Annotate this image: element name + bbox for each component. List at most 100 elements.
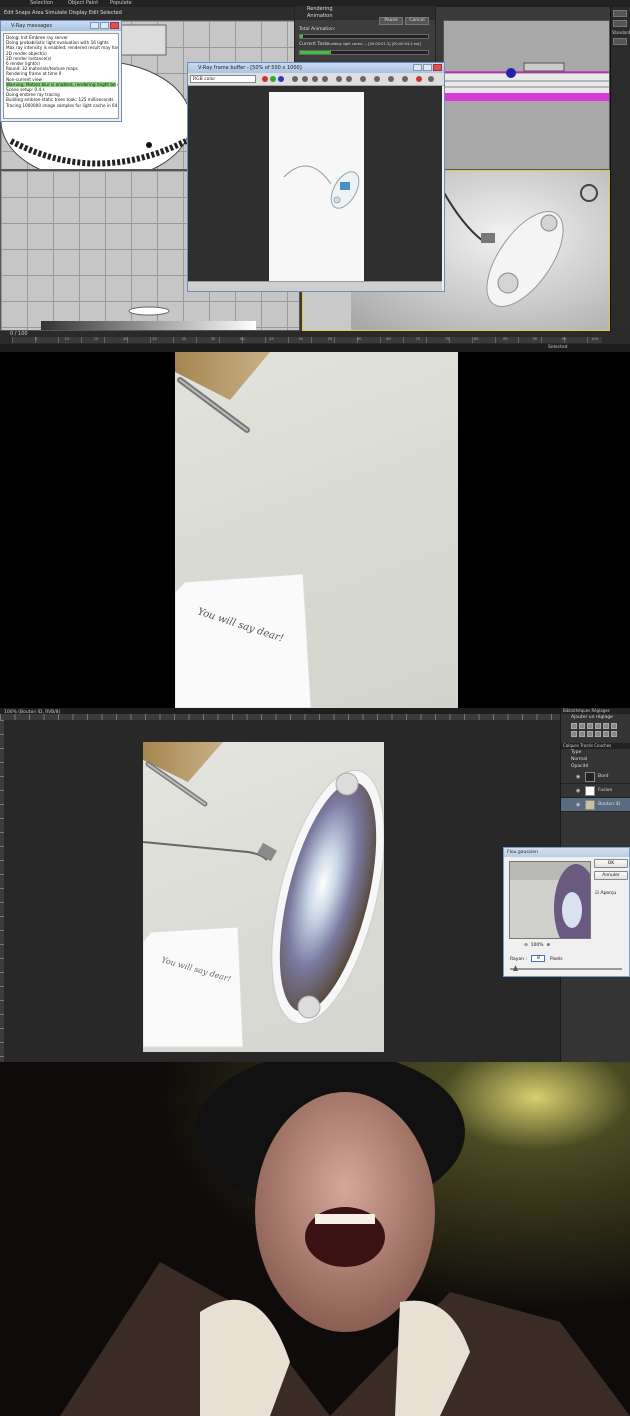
vray-messages-log: Doing: Init Embree ray server Doing proba… [3, 33, 119, 119]
pause-button[interactable]: Pause [379, 17, 403, 25]
color-balance-icon[interactable] [571, 731, 577, 737]
timeline-tick-label: 40 [240, 337, 245, 341]
layer-row[interactable]: ◉ Fusion [561, 784, 630, 798]
task-progress-bar [299, 50, 429, 55]
composite-canvas[interactable]: You will say dear! [143, 742, 384, 1052]
vibrance-icon[interactable] [603, 723, 609, 729]
radius-input[interactable]: 8 [531, 955, 546, 962]
slider-knob[interactable] [513, 965, 518, 971]
menu-object-paint[interactable]: Object Paint [68, 0, 98, 7]
blend-mode-select[interactable]: Normal [561, 756, 630, 763]
opacity-label: Opacité [571, 764, 589, 769]
layer-thumbnail [585, 772, 595, 782]
minimize-button[interactable] [90, 22, 99, 29]
zoom-in-icon[interactable]: ⊕ [546, 943, 550, 948]
gaussian-blur-title[interactable]: Flou gaussien [504, 848, 629, 857]
green-channel-icon[interactable] [270, 76, 276, 82]
command-button[interactable] [613, 38, 627, 45]
timeline-track[interactable]: 5 10 15 20 25 30 35 40 45 50 55 60 65 70 75 80 85 90 95 100 [12, 337, 602, 343]
levels-icon[interactable] [579, 723, 585, 729]
timeline-tick-label: 90 [532, 337, 538, 341]
timeline-tick-label: 75 [444, 337, 450, 341]
preview-checkbox[interactable]: ☑ Aperçu [595, 891, 616, 896]
zoom-value: 100% [530, 943, 544, 948]
vfb-toolbar: RGB color [188, 73, 444, 86]
blur-preview[interactable] [509, 861, 591, 939]
radius-unit: Pixels [549, 957, 563, 962]
rendering-subtitle: Animation [307, 13, 333, 19]
viewport-front[interactable] [443, 20, 610, 170]
maximize-button[interactable] [423, 64, 432, 71]
checkbox-check-icon: ☑ [595, 891, 600, 896]
close-button[interactable] [433, 64, 442, 71]
menu-selection[interactable]: Selection [30, 0, 53, 7]
eye-icon[interactable]: ◉ [576, 775, 580, 780]
adjustments-label: Ajouter un réglage [571, 715, 613, 720]
exposure-icon[interactable] [595, 723, 601, 729]
curves-icon[interactable] [587, 723, 593, 729]
vray-messages-titlebar[interactable]: V-Ray messages [1, 21, 121, 31]
timeline-tick-label: 100 [591, 337, 598, 341]
history-icon[interactable] [360, 76, 366, 82]
copy-icon[interactable] [312, 76, 318, 82]
maximize-button[interactable] [100, 22, 109, 29]
vfb-titlebar[interactable]: V-Ray frame buffer - [50% of 500 x 1000] [188, 63, 444, 73]
cancel-button[interactable]: Annuler [594, 871, 628, 880]
cancel-render-button[interactable]: Cancel [405, 17, 429, 25]
viewport-front-drawing [444, 62, 609, 101]
render-icon[interactable] [416, 76, 422, 82]
hue-icon[interactable] [611, 723, 617, 729]
stop-icon[interactable] [428, 76, 434, 82]
minimize-button[interactable] [413, 64, 422, 71]
ruler-horizontal [0, 714, 560, 720]
invert-icon[interactable] [603, 731, 609, 737]
selection-status[interactable]: Selected [548, 344, 568, 352]
zoom-out-icon[interactable]: ⊖ [524, 943, 528, 948]
stamp-icon[interactable] [402, 76, 408, 82]
command-button[interactable] [613, 20, 627, 27]
track-mouse-icon[interactable] [322, 76, 328, 82]
menu-populate[interactable]: Populate [110, 0, 132, 7]
ok-button[interactable]: OK [594, 859, 628, 868]
channel-mixer-icon[interactable] [595, 731, 601, 737]
brightness-icon[interactable] [571, 723, 577, 729]
command-button[interactable] [613, 10, 627, 17]
layer-name: Fusion [598, 788, 613, 793]
region-render-icon[interactable] [336, 76, 342, 82]
total-progress-fill [300, 35, 303, 38]
timeline-tick-label: 50 [298, 337, 304, 341]
timeline-tick-label: 80 [474, 337, 479, 341]
current-task-label: Current Task: [299, 42, 329, 47]
clear-icon[interactable] [302, 76, 308, 82]
compare-icon[interactable] [374, 76, 380, 82]
zoom-icon[interactable] [388, 76, 394, 82]
max-screenshot: Selection Object Paint Populate Edit Sna… [0, 0, 630, 352]
ribbon-label[interactable]: Edit Snaps Area Simulate Display Edit Se… [4, 10, 122, 16]
red-channel-icon[interactable] [262, 76, 268, 82]
black-white-icon[interactable] [579, 731, 585, 737]
layer-row[interactable]: ◉ Bord [561, 770, 630, 784]
timeline-tick-label: 85 [503, 337, 508, 341]
radius-slider[interactable] [510, 965, 622, 971]
layer-name: Bord [598, 774, 609, 779]
close-button[interactable] [110, 22, 119, 29]
layer-row-selected[interactable]: ◉ Bouton ID [561, 798, 630, 812]
vray-frame-buffer-window: V-Ray frame buffer - [50% of 500 x 1000]… [187, 62, 445, 292]
vfb-canvas[interactable] [188, 86, 442, 286]
timeline: 0 / 100 5 10 15 20 25 30 35 40 45 50 55 60 65 70 75 80 8… [0, 331, 630, 352]
lens-effects-icon[interactable] [346, 76, 352, 82]
command-panel: Standard [610, 7, 630, 331]
timeline-tick-label: 5 [35, 337, 38, 341]
posterize-icon[interactable] [611, 731, 617, 737]
eye-icon[interactable]: ◉ [576, 803, 580, 808]
composite-canvas-drawing: You will say dear! [143, 742, 384, 1048]
eye-icon[interactable]: ◉ [576, 789, 580, 794]
channel-select[interactable]: RGB color [190, 75, 256, 83]
timeline-tick-label: 55 [327, 337, 333, 341]
render-preview [269, 92, 364, 282]
blue-channel-icon[interactable] [278, 76, 284, 82]
save-icon[interactable] [292, 76, 298, 82]
layer-kind-filter[interactable]: Type [561, 749, 630, 756]
photo-filter-icon[interactable] [587, 731, 593, 737]
desk-photo-drawing: You will say dear! [175, 352, 312, 708]
